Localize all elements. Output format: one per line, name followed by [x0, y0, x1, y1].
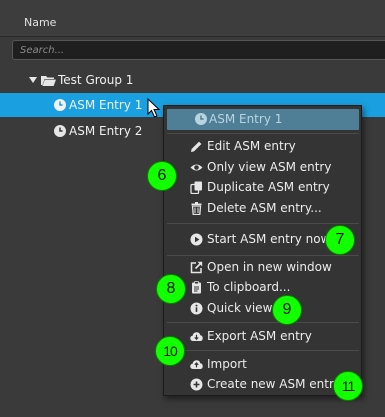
menu-item-label: Duplicate ASM entry [207, 180, 330, 194]
menu-item-label: Only view ASM entry [207, 160, 332, 174]
menu-divider [167, 133, 359, 134]
mouse-pointer-icon [147, 98, 161, 118]
search-box[interactable] [12, 40, 385, 60]
annotation-badge-7: 7 [325, 225, 355, 255]
expand-caret-icon[interactable] [29, 77, 37, 83]
group-label: Test Group 1 [58, 73, 134, 87]
annotation-badge-11: 11 [333, 371, 363, 401]
menu-item-label: Export ASM entry [207, 329, 312, 343]
menu-divider [167, 223, 359, 224]
menu-item-quick-view[interactable]: Quick view [164, 299, 361, 319]
annotation-badge-6: 6 [147, 161, 177, 191]
menu-item-edit[interactable]: Edit ASM entry [164, 137, 361, 157]
entry-label: ASM Entry 2 [69, 124, 143, 138]
menu-divider [167, 322, 359, 323]
menu-item-create-new[interactable]: Create new ASM entry [164, 375, 361, 395]
search-input[interactable] [13, 41, 385, 59]
cloud-upload-icon [190, 360, 203, 369]
play-circle-icon [190, 233, 203, 246]
menu-item-export[interactable]: Export ASM entry [164, 327, 361, 347]
plus-circle-icon [190, 378, 203, 391]
copy-icon [190, 181, 202, 194]
menu-item-label: Import [207, 357, 247, 371]
clock-icon [54, 99, 66, 111]
menu-item-open-new-window[interactable]: Open in new window [164, 258, 361, 278]
clock-icon [54, 125, 66, 137]
menu-item-label: Create new ASM entry [207, 377, 342, 391]
annotation-badge-10: 10 [155, 336, 185, 366]
menu-item-label: Open in new window [207, 260, 332, 274]
folder-open-icon [41, 76, 56, 86]
column-name-header[interactable]: Name [24, 16, 56, 29]
cloud-download-icon [190, 332, 203, 341]
context-menu-title: ASM Entry 1 [209, 112, 283, 126]
pencil-icon [191, 141, 202, 152]
external-link-icon [190, 261, 203, 274]
entry-label: ASM Entry 1 [69, 98, 143, 112]
menu-item-label: Delete ASM entry... [207, 201, 322, 215]
context-menu-header: ASM Entry 1 [167, 109, 359, 130]
eye-icon [190, 164, 203, 171]
column-header: Name [0, 0, 385, 37]
menu-item-only-view[interactable]: Only view ASM entry [164, 158, 361, 178]
annotation-badge-8: 8 [156, 274, 186, 304]
clock-icon [195, 113, 207, 125]
trash-icon [191, 202, 202, 215]
menu-item-label: Edit ASM entry [207, 139, 296, 153]
menu-divider [167, 255, 359, 256]
menu-item-label: To clipboard... [207, 280, 291, 294]
clipboard-icon [192, 281, 201, 294]
menu-item-duplicate[interactable]: Duplicate ASM entry [164, 178, 361, 198]
menu-item-label: Start ASM entry now [207, 232, 331, 246]
menu-divider [167, 350, 359, 351]
menu-item-delete[interactable]: Delete ASM entry... [164, 199, 361, 219]
tree-group-test-group-1[interactable]: Test Group 1 [0, 68, 385, 92]
info-circle-icon [190, 302, 203, 315]
menu-item-import[interactable]: Import [164, 355, 361, 375]
menu-item-to-clipboard[interactable]: To clipboard... [164, 278, 361, 298]
menu-item-label: Quick view [207, 301, 273, 315]
annotation-badge-9: 9 [272, 295, 302, 325]
